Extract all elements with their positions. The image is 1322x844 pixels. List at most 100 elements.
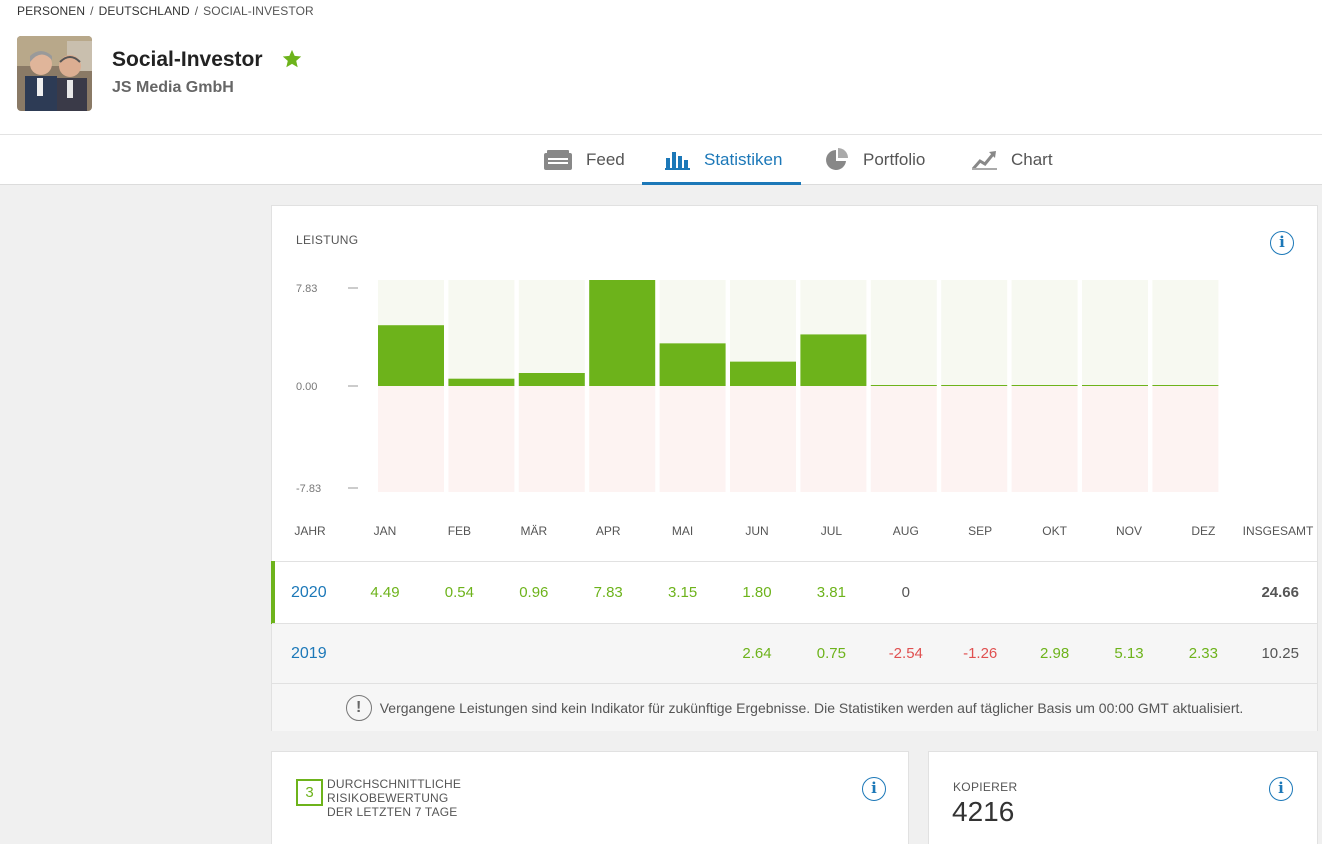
column-header-month: AUG (892, 524, 919, 538)
breadcrumb: PERSONEN / DEUTSCHLAND / SOCIAL-INVESTOR (17, 4, 314, 18)
bar-dez[interactable] (1152, 385, 1219, 386)
year-label[interactable]: 2020 (291, 584, 327, 602)
risk-label-line: DURCHSCHNITTLICHE (327, 777, 462, 791)
bar-bg-negative (1011, 386, 1078, 492)
breadcrumb-item-persons[interactable]: PERSONEN (17, 4, 85, 18)
column-header-month: FEB (447, 524, 472, 538)
tab-chart-label: Chart (1011, 150, 1053, 169)
bar-bg-negative (941, 386, 1008, 492)
bar-bg-negative (659, 386, 726, 492)
bar-jan[interactable] (378, 325, 444, 386)
monthly-return-cell: 2.33 (1188, 645, 1218, 662)
risk-info-icon[interactable]: i (862, 777, 886, 801)
performance-card: LEISTUNG i 7.83 0.00 -7.83 JAHR INSGESAMT … (271, 205, 1318, 731)
tab-bar: Feed Statistiken Portfolio Chart (0, 134, 1322, 185)
column-header-month: MÄR (520, 524, 548, 538)
tab-chart[interactable]: Chart (972, 135, 1053, 185)
breadcrumb-separator: / (90, 4, 94, 18)
monthly-return-cell: 0.75 (816, 645, 846, 662)
star-icon[interactable] (281, 48, 303, 70)
bar-bg-positive (1011, 280, 1078, 386)
bar-sep[interactable] (941, 385, 1008, 386)
bar-bg-negative (1152, 386, 1219, 492)
bar-feb[interactable] (448, 378, 515, 386)
monthly-return-cell: 1.80 (742, 584, 772, 601)
column-header-month: JUL (820, 524, 843, 538)
y-tick-label: -7.83 (296, 483, 321, 495)
bar-bg-positive (1082, 280, 1148, 386)
column-header-total: INSGESAMT (1242, 524, 1314, 538)
year-label[interactable]: 2019 (291, 645, 327, 663)
bar-bg-positive (1152, 280, 1219, 386)
year-row-2019[interactable]: 2019 10.25 2.64 0.75 -2.54 -1.26 2.98 5.13 2.3… (272, 623, 1317, 683)
column-header-month: SEP (968, 524, 993, 538)
copiers-label: KOPIERER (953, 780, 1018, 794)
full-name: JS Media GmbH (112, 79, 234, 96)
monthly-return-cell: 5.13 (1114, 645, 1144, 662)
pie-chart-icon (826, 148, 848, 170)
bar-bg-negative (1082, 386, 1148, 492)
risk-label-line: DER LETZTEN 7 TAGE (327, 805, 458, 819)
monthly-return-cell: -2.54 (888, 645, 923, 662)
column-header-month: DEZ (1191, 524, 1216, 538)
profile-header: PERSONEN / DEUTSCHLAND / SOCIAL-INVESTOR Soc… (0, 0, 1322, 134)
bar-bg-positive (941, 280, 1008, 386)
column-header-month: APR (595, 524, 621, 538)
avatar[interactable] (17, 36, 92, 111)
monthly-return-cell: 7.83 (593, 584, 623, 601)
risk-label-line: RISIKOBEWERTUNG (327, 791, 449, 805)
bar-aug[interactable] (870, 385, 937, 386)
bar-bg-negative (518, 386, 585, 492)
column-header-month: NOV (1115, 524, 1142, 538)
monthly-return-cell: 2.64 (742, 645, 772, 662)
bar-mai[interactable] (659, 343, 726, 386)
monthly-return-cell: 0.96 (519, 584, 549, 601)
bar-bg-positive (870, 280, 937, 386)
column-header-month: JUN (745, 524, 769, 538)
disclaimer-text: Vergangene Leistungen sind kein Indikato… (379, 699, 1244, 716)
column-header-year: JAHR (294, 524, 326, 538)
row-active-marker (271, 561, 275, 624)
breadcrumb-item-country[interactable]: DEUTSCHLAND (99, 4, 190, 18)
risk-label: DURCHSCHNITTLICHE RISIKOBEWERTUNG DER LE… (327, 777, 461, 819)
tab-statistics-label: Statistiken (704, 150, 783, 169)
copiers-card: KOPIERER 4216 i (928, 751, 1318, 844)
copiers-value: 4216 (952, 796, 1015, 827)
username: Social-Investor (112, 48, 263, 71)
bar-jul[interactable] (800, 334, 867, 386)
feed-icon (544, 150, 572, 170)
column-header-month: JAN (373, 524, 397, 538)
monthly-return-cell: -1.26 (963, 645, 998, 662)
tab-feed[interactable]: Feed (543, 135, 625, 185)
year-total: 24.66 (1261, 584, 1299, 601)
bar-apr[interactable] (589, 280, 656, 386)
bar-jun[interactable] (730, 361, 796, 386)
breadcrumb-separator: / (194, 4, 199, 18)
monthly-return-cell: 3.81 (816, 584, 846, 601)
disclaimer: ! Vergangene Leistungen sind kein Indika… (272, 683, 1317, 731)
risk-score: 3 (296, 779, 323, 806)
active-tab-indicator (642, 182, 801, 185)
monthly-return-cell: 0 (901, 584, 910, 601)
bar-mär[interactable] (518, 373, 585, 386)
bar-bg-negative (800, 386, 867, 492)
avatar-image (17, 36, 92, 111)
bar-chart-icon (665, 152, 690, 170)
copiers-info-icon[interactable]: i (1269, 777, 1293, 801)
risk-card: 3 DURCHSCHNITTLICHE RISIKOBEWERTUNG DER … (271, 751, 909, 844)
y-tick-label: 0.00 (296, 381, 317, 393)
tab-feed-label: Feed (586, 150, 625, 169)
line-chart-icon (972, 151, 997, 170)
tab-portfolio-label: Portfolio (863, 150, 926, 169)
bar-bg-positive (448, 280, 515, 386)
bar-okt[interactable] (1011, 385, 1078, 386)
tab-statistics[interactable]: Statistiken (665, 135, 782, 185)
y-tick-label: 7.83 (296, 283, 317, 295)
column-header-month: MAI (671, 524, 694, 538)
bar-nov[interactable] (1082, 385, 1148, 386)
year-row-2020[interactable]: 2020 24.66 4.49 0.54 0.96 7.83 3.15 1.80 3.81 0 (271, 561, 1317, 624)
performance-bar-chart: 7.83 0.00 -7.83 (296, 280, 1219, 495)
tab-portfolio[interactable]: Portfolio (824, 135, 925, 185)
bar-bg-positive (518, 280, 585, 386)
breadcrumb-item-current: SOCIAL-INVESTOR (203, 4, 314, 18)
